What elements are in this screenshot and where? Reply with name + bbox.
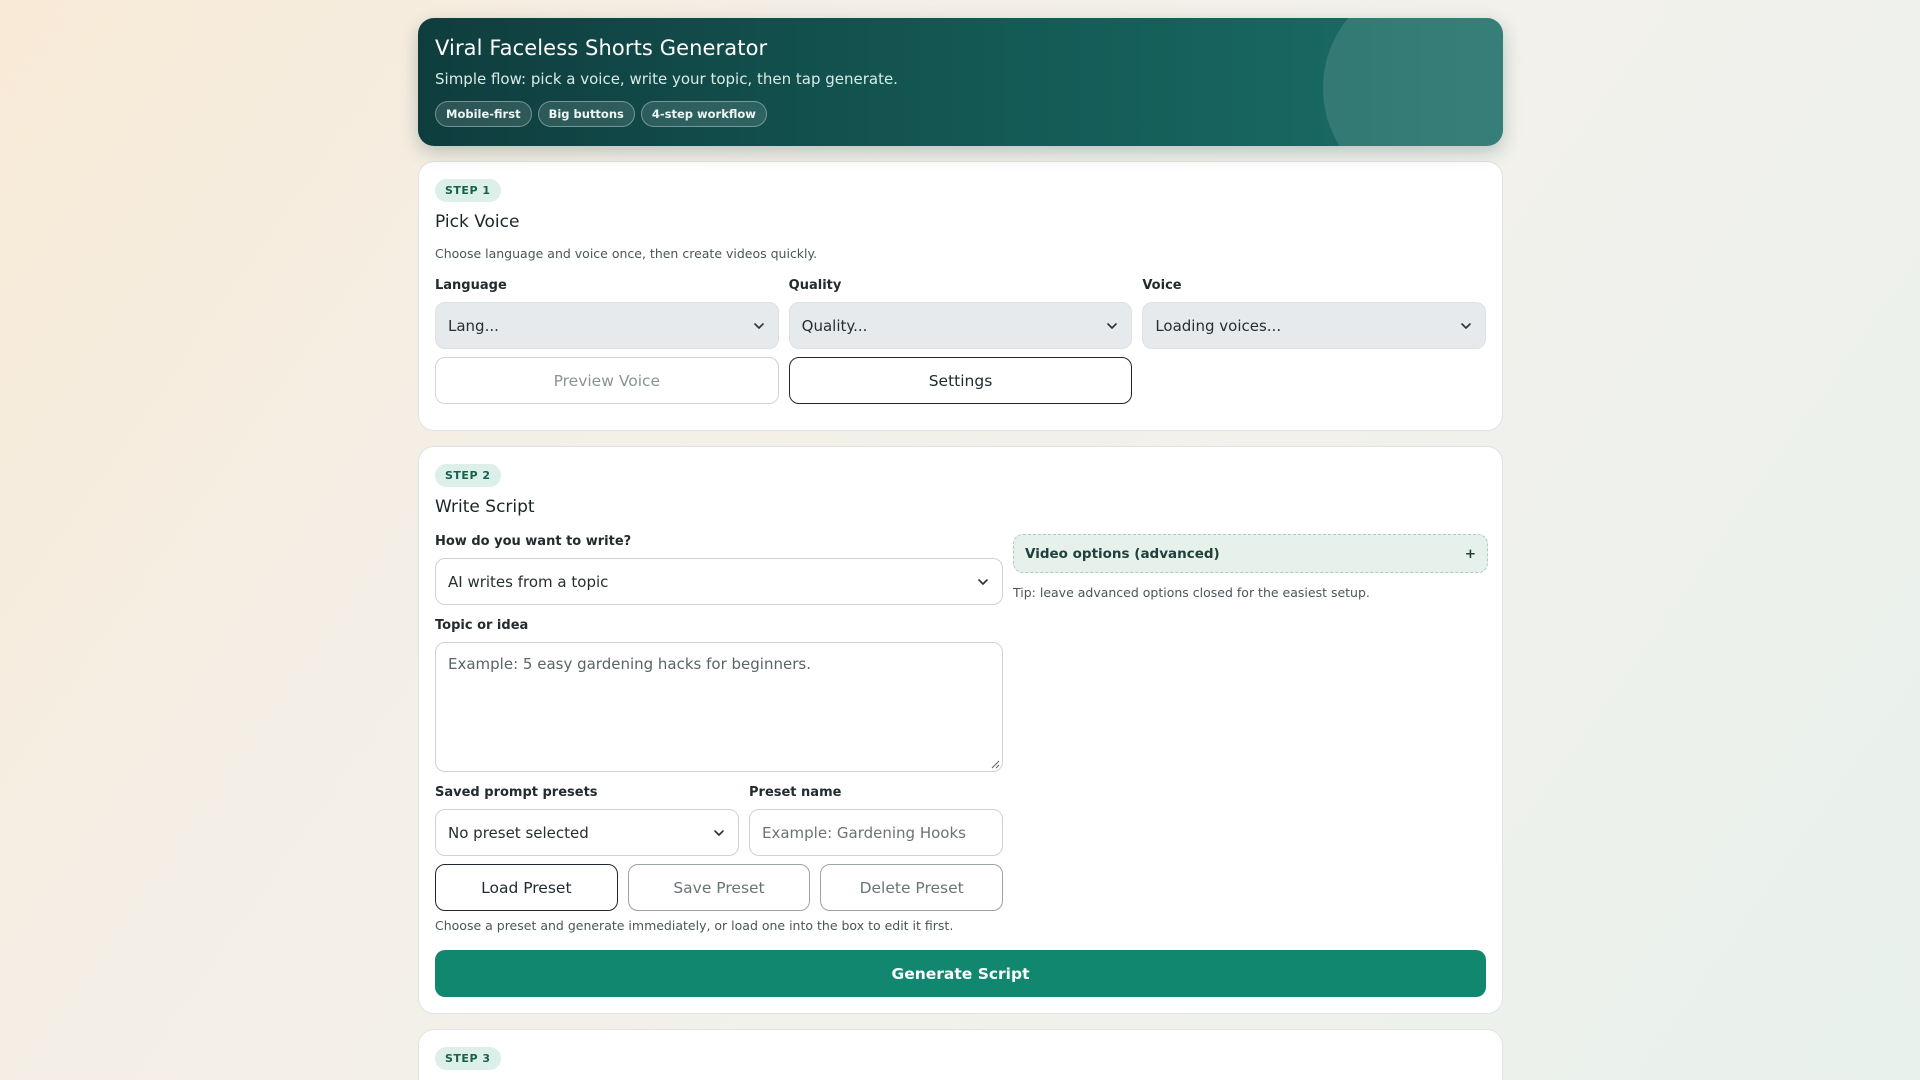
chevron-down-icon	[978, 578, 988, 585]
app-container: Viral Faceless Shorts Generator Simple f…	[418, 18, 1503, 1080]
header-banner: Viral Faceless Shorts Generator Simple f…	[418, 18, 1503, 146]
chevron-down-icon	[753, 322, 764, 329]
voice-select[interactable]: Loading voices...	[1142, 302, 1486, 349]
preset-name-field: Preset name Example: Gardening Hooks	[749, 785, 1003, 856]
quality-label: Quality	[788, 278, 842, 293]
chip-mobile-first: Mobile-first	[435, 101, 532, 127]
topic-placeholder: Example: 5 easy gardening hacks for begi…	[448, 655, 811, 673]
generate-script-button[interactable]: Generate Script	[435, 950, 1486, 997]
topic-label: Topic or idea	[435, 618, 529, 633]
preset-name-input[interactable]: Example: Gardening Hooks	[749, 809, 1003, 856]
script-right-column: Video options (advanced) + Tip: leave ad…	[1013, 534, 1488, 933]
delete-preset-button[interactable]: Delete Preset	[820, 864, 1003, 911]
step2-title: Write Script	[435, 497, 535, 517]
step3-badge: STEP 3	[435, 1047, 501, 1070]
resize-handle-icon[interactable]	[991, 760, 1000, 769]
step1-description: Choose language and voice once, then cre…	[435, 246, 818, 261]
step2-badge: STEP 2	[435, 464, 501, 487]
preset-name-placeholder: Example: Gardening Hooks	[762, 823, 966, 842]
video-options-toggle[interactable]: Video options (advanced) +	[1013, 534, 1488, 573]
settings-button[interactable]: Settings	[788, 357, 1133, 404]
step1-badge: STEP 1	[435, 179, 501, 202]
chevron-down-icon	[1461, 322, 1471, 329]
step1-title: Pick Voice	[435, 212, 520, 232]
write-mode-label: How do you want to write?	[435, 534, 632, 549]
save-preset-button[interactable]: Save Preset	[627, 864, 811, 911]
presets-select[interactable]: No preset selected	[435, 809, 739, 856]
preview-voice-button[interactable]: Preview Voice	[435, 357, 779, 404]
feature-chips: Mobile-first Big buttons 4-step workflow	[435, 101, 1486, 127]
step1-card: STEP 1 Pick Voice Choose language and vo…	[418, 161, 1503, 431]
step3-card: STEP 3	[418, 1029, 1503, 1080]
language-label: Language	[435, 278, 507, 293]
quality-select[interactable]: Quality...	[788, 302, 1133, 349]
write-mode-select[interactable]: AI writes from a topic	[435, 558, 1003, 605]
presets-value: No preset selected	[448, 823, 589, 842]
presets-field: Saved prompt presets No preset selected	[435, 785, 739, 856]
load-preset-button[interactable]: Load Preset	[435, 864, 618, 911]
preset-name-label: Preset name	[749, 785, 842, 800]
script-left-column: How do you want to write? AI writes from…	[435, 534, 1003, 933]
language-select[interactable]: Lang...	[435, 302, 779, 349]
video-options-label: Video options (advanced)	[1025, 545, 1220, 562]
plus-icon: +	[1464, 545, 1476, 562]
chip-workflow: 4-step workflow	[640, 101, 767, 127]
step2-card: STEP 2 Write Script How do you want to w…	[418, 446, 1503, 1014]
quality-value: Quality...	[801, 316, 868, 335]
voice-field: Voice Loading voices...	[1142, 278, 1486, 349]
chevron-down-icon	[1107, 322, 1118, 329]
voice-label: Voice	[1142, 278, 1182, 293]
quality-field: Quality Quality...	[788, 278, 1133, 349]
topic-textarea[interactable]: Example: 5 easy gardening hacks for begi…	[435, 642, 1003, 772]
language-field: Language Lang...	[435, 278, 779, 349]
voice-value: Loading voices...	[1155, 316, 1282, 335]
chip-big-buttons: Big buttons	[537, 101, 635, 127]
chevron-down-icon	[714, 829, 724, 836]
presets-label: Saved prompt presets	[435, 785, 598, 800]
write-mode-value: AI writes from a topic	[448, 572, 609, 591]
advanced-tip: Tip: leave advanced options closed for t…	[1013, 585, 1370, 600]
preset-help-text: Choose a preset and generate immediately…	[435, 918, 954, 933]
language-value: Lang...	[448, 316, 499, 335]
